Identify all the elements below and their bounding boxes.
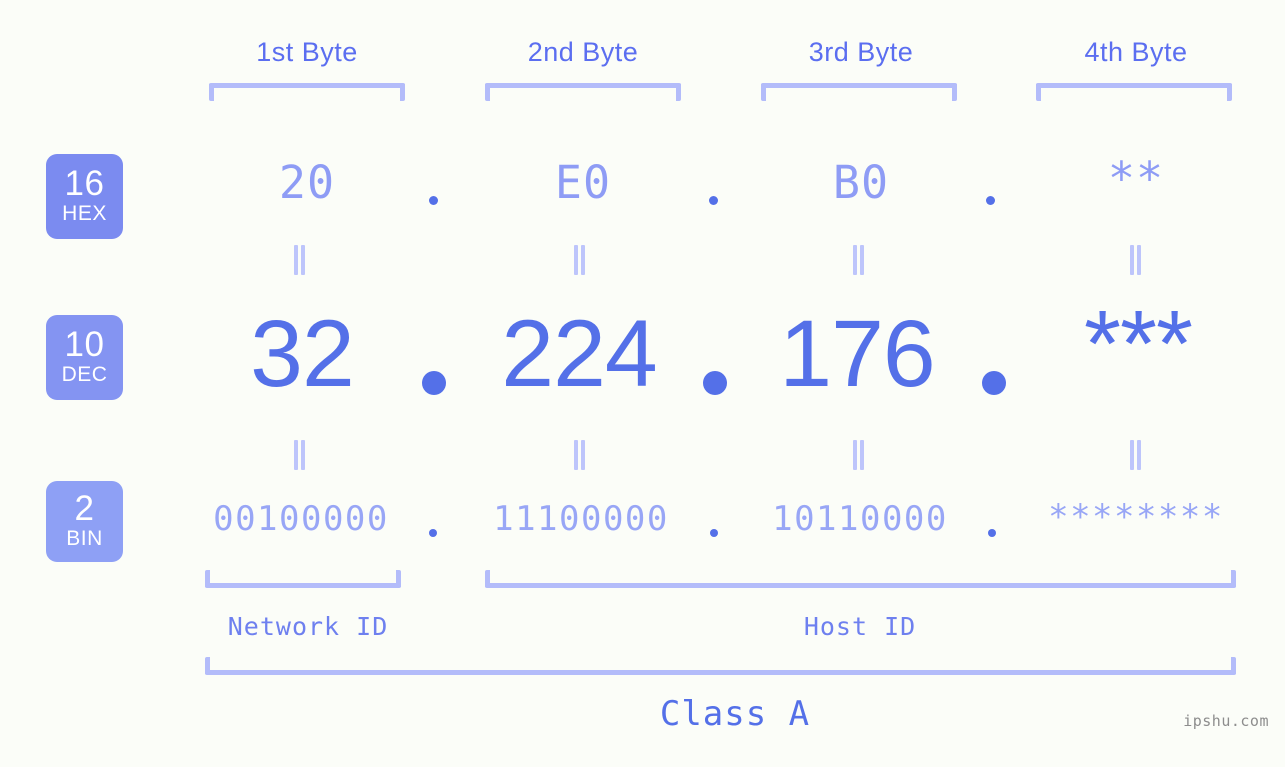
- equals-mark-dec-bin-3: [851, 440, 866, 470]
- byte-header-1: 1st Byte: [256, 37, 358, 67]
- bin-byte-1-value: 00100000: [213, 499, 389, 539]
- equals-mark-hex-dec-3: [851, 245, 866, 275]
- address-class-label: Class A: [659, 694, 811, 734]
- hex-separator-dot-2: [709, 196, 718, 205]
- byte-header-2: 2nd Byte: [527, 37, 639, 67]
- byte-header-3: 3rd Byte: [808, 37, 914, 67]
- equals-mark-dec-bin-4: [1128, 440, 1143, 470]
- dec-separator-dot-2: [703, 371, 727, 395]
- radix-badge-hex: 16 HEX: [46, 154, 123, 239]
- bin-byte-4-value: ********: [1048, 497, 1224, 537]
- radix-badge-dec-number: 10: [64, 325, 105, 364]
- radix-badge-hex-label: HEX: [62, 202, 107, 225]
- equals-mark-hex-dec-4: [1128, 245, 1143, 275]
- dec-separator-dot-3: [982, 371, 1006, 395]
- address-class-bracket: [205, 657, 1236, 675]
- equals-mark-dec-bin-1: [292, 440, 307, 470]
- radix-badge-bin: 2 BIN: [46, 481, 123, 562]
- dec-separator-dot-1: [422, 371, 446, 395]
- network-id-label: Network ID: [227, 612, 389, 641]
- hex-byte-4-value: **: [1107, 152, 1165, 205]
- hex-byte-2-value: E0: [554, 156, 612, 209]
- byte-header-4: 4th Byte: [1084, 37, 1188, 67]
- dec-byte-3-value: 176: [779, 301, 936, 407]
- byte-bracket-4: [1036, 83, 1232, 101]
- byte-bracket-2: [485, 83, 681, 101]
- bin-separator-dot-3: [988, 529, 996, 537]
- site-watermark: ipshu.com: [1183, 712, 1269, 730]
- radix-badge-dec: 10 DEC: [46, 315, 123, 400]
- host-id-bracket: [485, 570, 1236, 588]
- dec-byte-4-value: ***: [1084, 291, 1193, 397]
- radix-badge-bin-number: 2: [74, 489, 95, 528]
- dec-byte-2-value: 224: [501, 301, 658, 407]
- dec-byte-1-value: 32: [250, 301, 355, 407]
- byte-bracket-3: [761, 83, 957, 101]
- hex-byte-1-value: 20: [278, 156, 336, 209]
- hex-byte-3-value: B0: [832, 156, 890, 209]
- bin-separator-dot-1: [429, 529, 437, 537]
- equals-mark-dec-bin-2: [572, 440, 587, 470]
- radix-badge-dec-label: DEC: [61, 363, 108, 386]
- bin-byte-3-value: 10110000: [772, 499, 948, 539]
- byte-bracket-1: [209, 83, 405, 101]
- equals-mark-hex-dec-1: [292, 245, 307, 275]
- network-id-bracket: [205, 570, 401, 588]
- radix-badge-bin-label: BIN: [66, 527, 103, 550]
- ip-byte-breakdown-diagram: 1st Byte 2nd Byte 3rd Byte 4th Byte 16 H…: [0, 0, 1285, 767]
- radix-badge-hex-number: 16: [64, 164, 105, 203]
- hex-separator-dot-1: [429, 196, 438, 205]
- host-id-label: Host ID: [803, 612, 917, 641]
- bin-separator-dot-2: [710, 529, 718, 537]
- equals-mark-hex-dec-2: [572, 245, 587, 275]
- bin-byte-2-value: 11100000: [493, 499, 669, 539]
- hex-separator-dot-3: [986, 196, 995, 205]
